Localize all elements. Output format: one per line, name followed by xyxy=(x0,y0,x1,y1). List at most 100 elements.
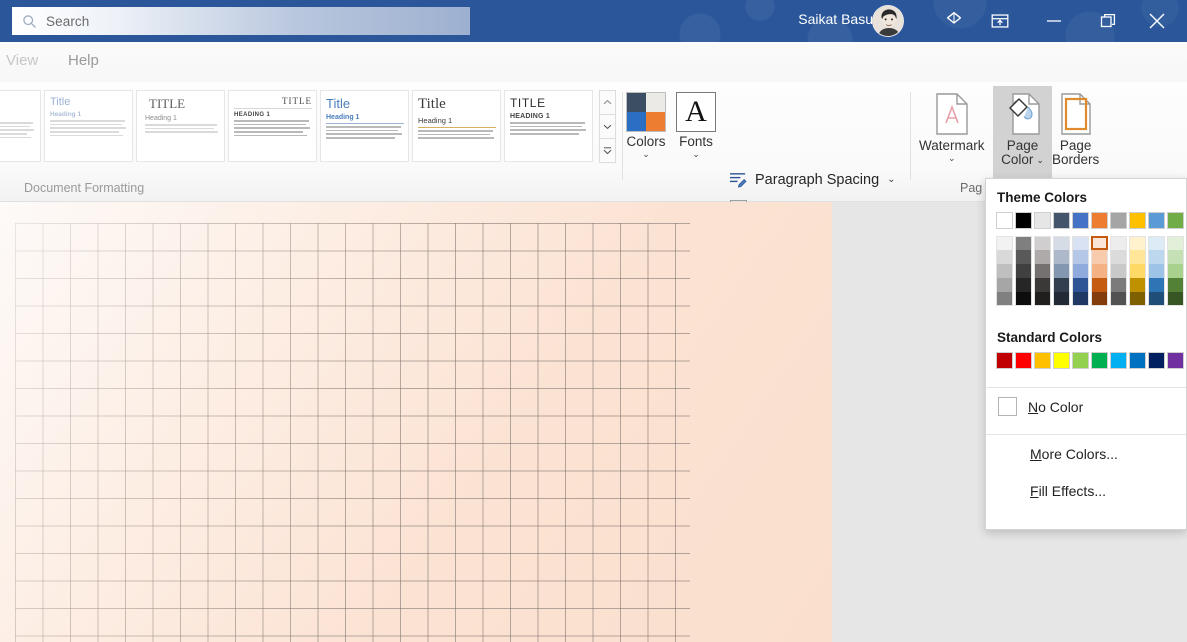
theme-color-swatch[interactable] xyxy=(1110,264,1127,278)
theme-color-swatch[interactable] xyxy=(1167,264,1184,278)
chevron-down-icon[interactable]: ⌄ xyxy=(692,150,700,159)
theme-color-swatch[interactable] xyxy=(1167,278,1184,292)
theme-color-swatch[interactable] xyxy=(996,278,1013,292)
theme-color-swatch[interactable] xyxy=(1015,264,1032,278)
menu-item-fill-effects[interactable]: Fill Effects... xyxy=(986,472,1186,509)
standard-color-swatch[interactable] xyxy=(1034,352,1051,369)
theme-color-swatch[interactable] xyxy=(1034,250,1051,264)
menu-item-more-colors[interactable]: More Colors... xyxy=(986,435,1186,472)
theme-color-variant-column[interactable] xyxy=(1034,236,1051,306)
search-box[interactable]: Search xyxy=(12,7,470,35)
theme-color-swatch[interactable] xyxy=(1072,278,1089,292)
standard-color-swatch[interactable] xyxy=(1053,352,1070,369)
theme-colors-variant-grid[interactable] xyxy=(986,236,1186,306)
theme-color-swatch[interactable] xyxy=(1129,250,1146,264)
standard-colors-row[interactable] xyxy=(986,352,1186,369)
theme-color-swatch[interactable] xyxy=(1053,278,1070,292)
theme-color-swatch[interactable] xyxy=(996,212,1013,229)
tab-help[interactable]: Help xyxy=(68,52,99,69)
theme-color-variant-column[interactable] xyxy=(1072,236,1089,306)
tab-view[interactable]: View xyxy=(6,52,38,69)
theme-color-swatch[interactable] xyxy=(1167,212,1184,229)
theme-color-swatch[interactable] xyxy=(1072,264,1089,278)
theme-color-swatch[interactable] xyxy=(1110,292,1127,306)
standard-color-swatch[interactable] xyxy=(1167,352,1184,369)
theme-color-swatch[interactable] xyxy=(1091,292,1108,306)
theme-color-swatch[interactable] xyxy=(1053,236,1070,250)
restore-icon[interactable] xyxy=(1085,0,1131,42)
theme-color-swatch[interactable] xyxy=(1091,236,1108,250)
theme-color-swatch[interactable] xyxy=(1148,250,1165,264)
chevron-down-icon[interactable]: ⌄ xyxy=(948,154,956,163)
theme-color-swatch[interactable] xyxy=(996,236,1013,250)
theme-color-swatch[interactable] xyxy=(1091,264,1108,278)
theme-color-swatch[interactable] xyxy=(1072,250,1089,264)
theme-color-swatch[interactable] xyxy=(1072,236,1089,250)
theme-color-swatch[interactable] xyxy=(1167,250,1184,264)
theme-color-swatch[interactable] xyxy=(1110,236,1127,250)
theme-color-variant-column[interactable] xyxy=(1053,236,1070,306)
theme-color-swatch[interactable] xyxy=(1148,212,1165,229)
more-styles-icon[interactable] xyxy=(599,138,616,163)
theme-color-variant-column[interactable] xyxy=(1110,236,1127,306)
chevron-down-icon[interactable]: ⌄ xyxy=(1036,156,1044,165)
theme-color-swatch[interactable] xyxy=(1129,212,1146,229)
theme-color-swatch[interactable] xyxy=(1110,278,1127,292)
theme-color-swatch[interactable] xyxy=(1148,278,1165,292)
theme-color-swatch[interactable] xyxy=(1129,278,1146,292)
standard-color-swatch[interactable] xyxy=(1129,352,1146,369)
standard-color-swatch[interactable] xyxy=(1091,352,1108,369)
document-page[interactable] xyxy=(0,202,832,642)
page-color-button[interactable]: Page Color ⌄ xyxy=(993,86,1052,182)
style-thumbnail[interactable]: TITLE Heading 1 xyxy=(136,90,225,162)
menu-item-no-color[interactable]: No Color xyxy=(986,388,1186,425)
chevron-down-icon[interactable]: ⌄ xyxy=(642,150,650,159)
theme-color-variant-column[interactable] xyxy=(1091,236,1108,306)
theme-color-swatch[interactable] xyxy=(1167,292,1184,306)
watermark-button[interactable]: Watermark ⌄ xyxy=(919,92,985,163)
style-thumbnail[interactable]: Title Heading 1 xyxy=(320,90,409,162)
theme-color-swatch[interactable] xyxy=(1129,236,1146,250)
account-name[interactable]: Saikat Basu xyxy=(798,11,873,27)
style-gallery[interactable]: Title Heading 1 TITLE Heading 1 TITLE HE… xyxy=(0,90,598,162)
theme-color-swatch[interactable] xyxy=(1034,278,1051,292)
theme-color-swatch[interactable] xyxy=(1091,250,1108,264)
theme-color-swatch[interactable] xyxy=(1034,236,1051,250)
style-thumbnail[interactable]: TITLE HEADING 1 xyxy=(228,90,317,162)
style-thumbnail[interactable]: Title Heading 1 xyxy=(44,90,133,162)
theme-color-swatch[interactable] xyxy=(1148,264,1165,278)
theme-color-swatch[interactable] xyxy=(1091,278,1108,292)
theme-colors-button[interactable]: Colors ⌄ xyxy=(626,92,666,159)
theme-color-swatch[interactable] xyxy=(1053,250,1070,264)
theme-color-swatch[interactable] xyxy=(996,292,1013,306)
standard-color-swatch[interactable] xyxy=(1148,352,1165,369)
theme-color-swatch[interactable] xyxy=(1015,292,1032,306)
standard-color-swatch[interactable] xyxy=(1015,352,1032,369)
theme-color-swatch[interactable] xyxy=(1015,236,1032,250)
theme-fonts-button[interactable]: A Fonts ⌄ xyxy=(676,92,716,159)
standard-color-swatch[interactable] xyxy=(1110,352,1127,369)
theme-color-swatch[interactable] xyxy=(1015,212,1032,229)
style-thumbnail[interactable]: TITLE HEADING 1 xyxy=(504,90,593,162)
scroll-down-icon[interactable] xyxy=(599,114,616,139)
search-input[interactable]: Search xyxy=(46,14,89,29)
theme-color-swatch[interactable] xyxy=(1148,292,1165,306)
theme-color-swatch[interactable] xyxy=(1148,236,1165,250)
minimize-icon[interactable] xyxy=(1031,0,1077,42)
theme-color-swatch[interactable] xyxy=(1053,264,1070,278)
page-color-dropdown[interactable]: Theme Colors Standard Colors No Color Mo… xyxy=(985,178,1187,530)
theme-color-swatch[interactable] xyxy=(1034,292,1051,306)
theme-color-swatch[interactable] xyxy=(1015,278,1032,292)
standard-color-swatch[interactable] xyxy=(1072,352,1089,369)
theme-color-swatch[interactable] xyxy=(1015,250,1032,264)
standard-color-swatch[interactable] xyxy=(996,352,1013,369)
style-thumbnail[interactable] xyxy=(0,90,41,162)
theme-color-variant-column[interactable] xyxy=(1015,236,1032,306)
ribbon-options-icon[interactable] xyxy=(931,0,977,42)
page-borders-button[interactable]: Page Borders xyxy=(1052,92,1099,167)
ribbon-display-options-icon[interactable] xyxy=(977,0,1023,42)
theme-colors-base-row[interactable] xyxy=(986,212,1186,229)
avatar[interactable] xyxy=(872,5,904,37)
theme-color-swatch[interactable] xyxy=(1167,236,1184,250)
theme-color-swatch[interactable] xyxy=(1110,250,1127,264)
